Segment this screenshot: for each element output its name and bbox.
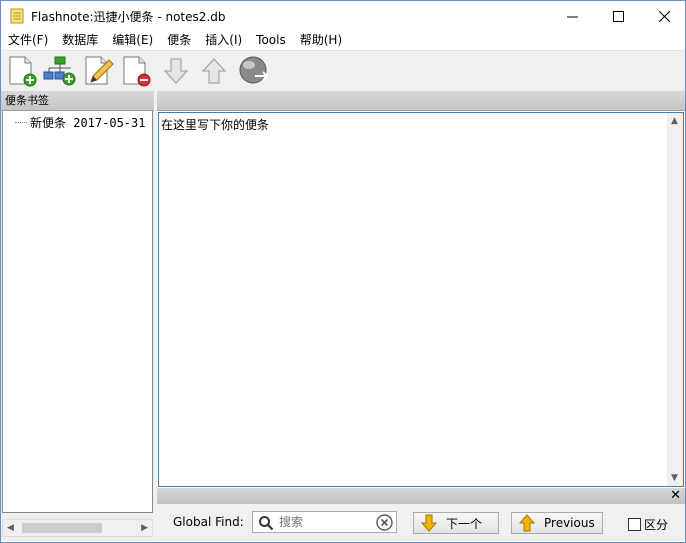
close-button[interactable] xyxy=(641,1,686,31)
find-next-label: 下一个 xyxy=(446,516,483,531)
clear-search-icon[interactable] xyxy=(376,514,393,531)
scroll-left-icon[interactable]: ◀ xyxy=(7,523,14,533)
new-child-note-button[interactable] xyxy=(43,54,77,88)
scroll-down-icon[interactable]: ▼ xyxy=(671,473,678,483)
move-down-button[interactable] xyxy=(159,54,193,88)
maximize-icon xyxy=(612,10,624,22)
globe-icon xyxy=(239,56,269,84)
title-bar: Flashnote:迅捷小便条 - notes2.db xyxy=(0,0,686,30)
tree-connector xyxy=(15,121,27,123)
editor-header xyxy=(157,91,685,111)
notepad-app-icon xyxy=(10,8,24,24)
menu-help[interactable]: 帮助(H) xyxy=(293,30,349,50)
move-up-button[interactable] xyxy=(197,54,231,88)
minimize-button[interactable] xyxy=(549,1,595,31)
menu-database[interactable]: 数据库 xyxy=(55,30,105,50)
find-panel: ✕ Global Find: 下一个 Previous 区分 xyxy=(157,488,685,541)
edit-note-button[interactable] xyxy=(81,54,115,88)
scroll-right-icon[interactable]: ▶ xyxy=(141,523,148,533)
arrow-up-icon xyxy=(518,514,536,532)
checkbox-box[interactable] xyxy=(628,518,641,531)
bookmarks-tree[interactable]: 新便条 2017-05-31 xyxy=(2,111,153,513)
menu-bar: 文件(F) 数据库 编辑(E) 便条 插入(I) Tools 帮助(H) xyxy=(1,30,685,50)
move-up-icon xyxy=(201,58,227,84)
minimize-icon xyxy=(566,16,578,17)
note-editor[interactable]: 在这里写下你的便条 ▲ ▼ xyxy=(158,112,684,487)
search-input[interactable] xyxy=(279,514,373,530)
delete-note-button[interactable] xyxy=(119,54,153,88)
close-icon xyxy=(658,10,670,22)
find-previous-button[interactable]: Previous xyxy=(511,512,603,534)
new-child-note-icon xyxy=(43,56,76,86)
window-title: Flashnote:迅捷小便条 - notes2.db xyxy=(31,10,226,24)
global-find-label: Global Find: xyxy=(173,515,244,529)
find-close-button[interactable]: ✕ xyxy=(670,488,681,504)
menu-insert[interactable]: 插入(I) xyxy=(198,30,249,50)
toolbar xyxy=(1,50,685,91)
find-box xyxy=(252,511,397,533)
new-note-button[interactable] xyxy=(5,54,39,88)
tree-item[interactable]: 新便条 2017-05-31 xyxy=(15,114,145,130)
horizontal-scrollbar[interactable]: ◀ ▶ xyxy=(2,519,153,537)
move-down-icon xyxy=(163,58,189,84)
new-note-icon xyxy=(9,56,37,87)
arrow-down-icon xyxy=(420,514,438,532)
bookmarks-pane: 便条书签 新便条 2017-05-31 ◀ ▶ xyxy=(1,91,154,541)
bookmarks-header: 便条书签 xyxy=(1,91,154,111)
maximize-button[interactable] xyxy=(595,1,641,31)
case-sensitive-label: 区分 xyxy=(644,518,669,532)
menu-tools[interactable]: Tools xyxy=(249,30,293,50)
case-sensitive-checkbox[interactable]: 区分 xyxy=(628,516,668,533)
note-content[interactable]: 在这里写下你的便条 xyxy=(161,116,269,133)
pane-splitter[interactable] xyxy=(154,91,157,541)
search-icon xyxy=(259,516,274,531)
find-previous-label: Previous xyxy=(544,516,595,530)
delete-note-icon xyxy=(123,56,151,87)
globe-button[interactable] xyxy=(237,54,271,88)
edit-note-icon xyxy=(85,56,114,85)
tree-item-label: 新便条 2017-05-31 xyxy=(30,115,146,130)
find-panel-strip: ✕ xyxy=(157,488,685,504)
vertical-scrollbar[interactable]: ▲ ▼ xyxy=(667,113,683,486)
menu-note[interactable]: 便条 xyxy=(160,30,198,50)
scrollbar-thumb[interactable] xyxy=(22,523,102,533)
menu-file[interactable]: 文件(F) xyxy=(1,30,55,50)
find-next-button[interactable]: 下一个 xyxy=(413,512,499,534)
menu-edit[interactable]: 编辑(E) xyxy=(105,30,160,50)
scroll-up-icon[interactable]: ▲ xyxy=(671,116,678,126)
